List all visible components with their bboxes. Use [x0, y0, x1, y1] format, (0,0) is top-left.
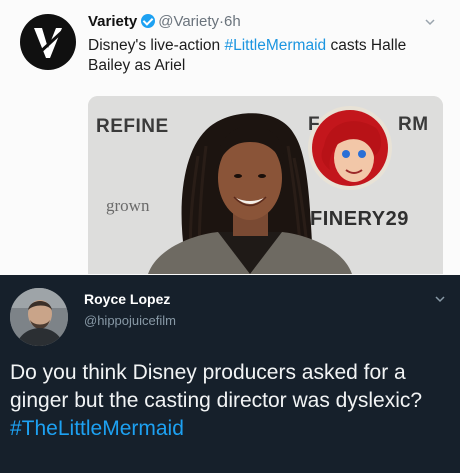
- tweet-photo[interactable]: REFINE F RM grown FINERY29: [88, 96, 443, 274]
- reply-text: Do you think Disney producers asked for …: [10, 359, 455, 443]
- sponsor-logo-rm: RM: [398, 114, 429, 135]
- royce-lopez-avatar[interactable]: [10, 288, 68, 346]
- sponsor-logo-refine: REFINE: [96, 116, 169, 137]
- sponsor-logo-f: F: [308, 114, 321, 135]
- tweet-text-start: Disney's live-action: [88, 37, 225, 54]
- reply-tweet[interactable]: Royce Lopez @hippojuicefilm Do you think…: [0, 275, 460, 473]
- variety-v-logo-icon: [34, 28, 66, 58]
- tweet-timestamp[interactable]: 6h: [224, 13, 241, 30]
- reply-text-body: Do you think Disney producers asked for …: [10, 361, 423, 412]
- tweet-text: Disney's live-action #LittleMermaid cast…: [88, 36, 448, 76]
- sponsor-logo-refinery29: FINERY29: [310, 208, 409, 230]
- author-handle[interactable]: @Variety: [158, 13, 219, 30]
- reply-hashtag-link[interactable]: #TheLittleMermaid: [10, 417, 184, 440]
- variety-avatar[interactable]: [20, 14, 76, 70]
- reply-author-handle[interactable]: @hippojuicefilm: [84, 313, 176, 328]
- sponsor-logo-grown: grown: [106, 196, 150, 215]
- variety-tweet[interactable]: Variety @Variety·6h Disney's live-action …: [0, 0, 460, 275]
- user-photo-icon: [10, 288, 68, 346]
- chevron-down-icon[interactable]: [434, 293, 446, 305]
- verified-badge-icon: [141, 14, 156, 28]
- chevron-down-icon[interactable]: [424, 16, 436, 28]
- tweet-header: Variety @Variety·6h: [88, 13, 241, 30]
- author-name[interactable]: Variety: [88, 13, 137, 30]
- hashtag-link[interactable]: #LittleMermaid: [224, 37, 326, 54]
- reply-author-name[interactable]: Royce Lopez: [84, 291, 170, 307]
